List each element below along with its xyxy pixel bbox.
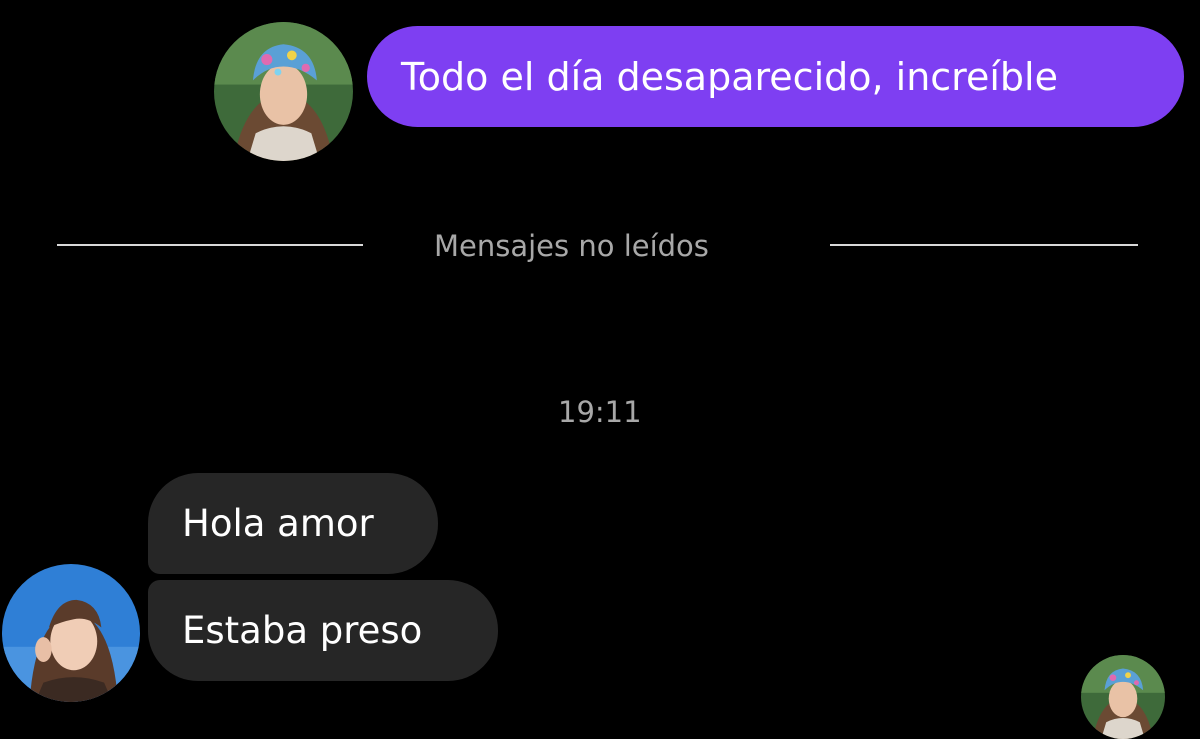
unread-divider-right-line <box>830 244 1138 246</box>
incoming-message-text: Estaba preso <box>182 609 423 652</box>
unread-divider-left-line <box>57 244 363 246</box>
incoming-message-bubble[interactable]: Hola amor <box>148 473 438 574</box>
avatar-photo-icon <box>2 564 140 702</box>
incoming-message-bubble[interactable]: Estaba preso <box>148 580 498 681</box>
unread-divider-label: Mensajes no leídos <box>434 229 709 263</box>
contact-avatar[interactable] <box>2 564 140 702</box>
outgoing-message-bubble[interactable]: Todo el día desaparecido, increíble <box>367 26 1184 127</box>
outgoing-message-text: Todo el día desaparecido, increíble <box>401 54 1058 99</box>
read-receipt-avatar <box>1081 655 1165 739</box>
message-timestamp: 19:11 <box>558 395 642 429</box>
avatar-photo-icon <box>214 22 353 161</box>
avatar-photo-icon <box>1081 655 1165 739</box>
sender-avatar[interactable] <box>214 22 353 161</box>
incoming-message-text: Hola amor <box>182 502 374 545</box>
